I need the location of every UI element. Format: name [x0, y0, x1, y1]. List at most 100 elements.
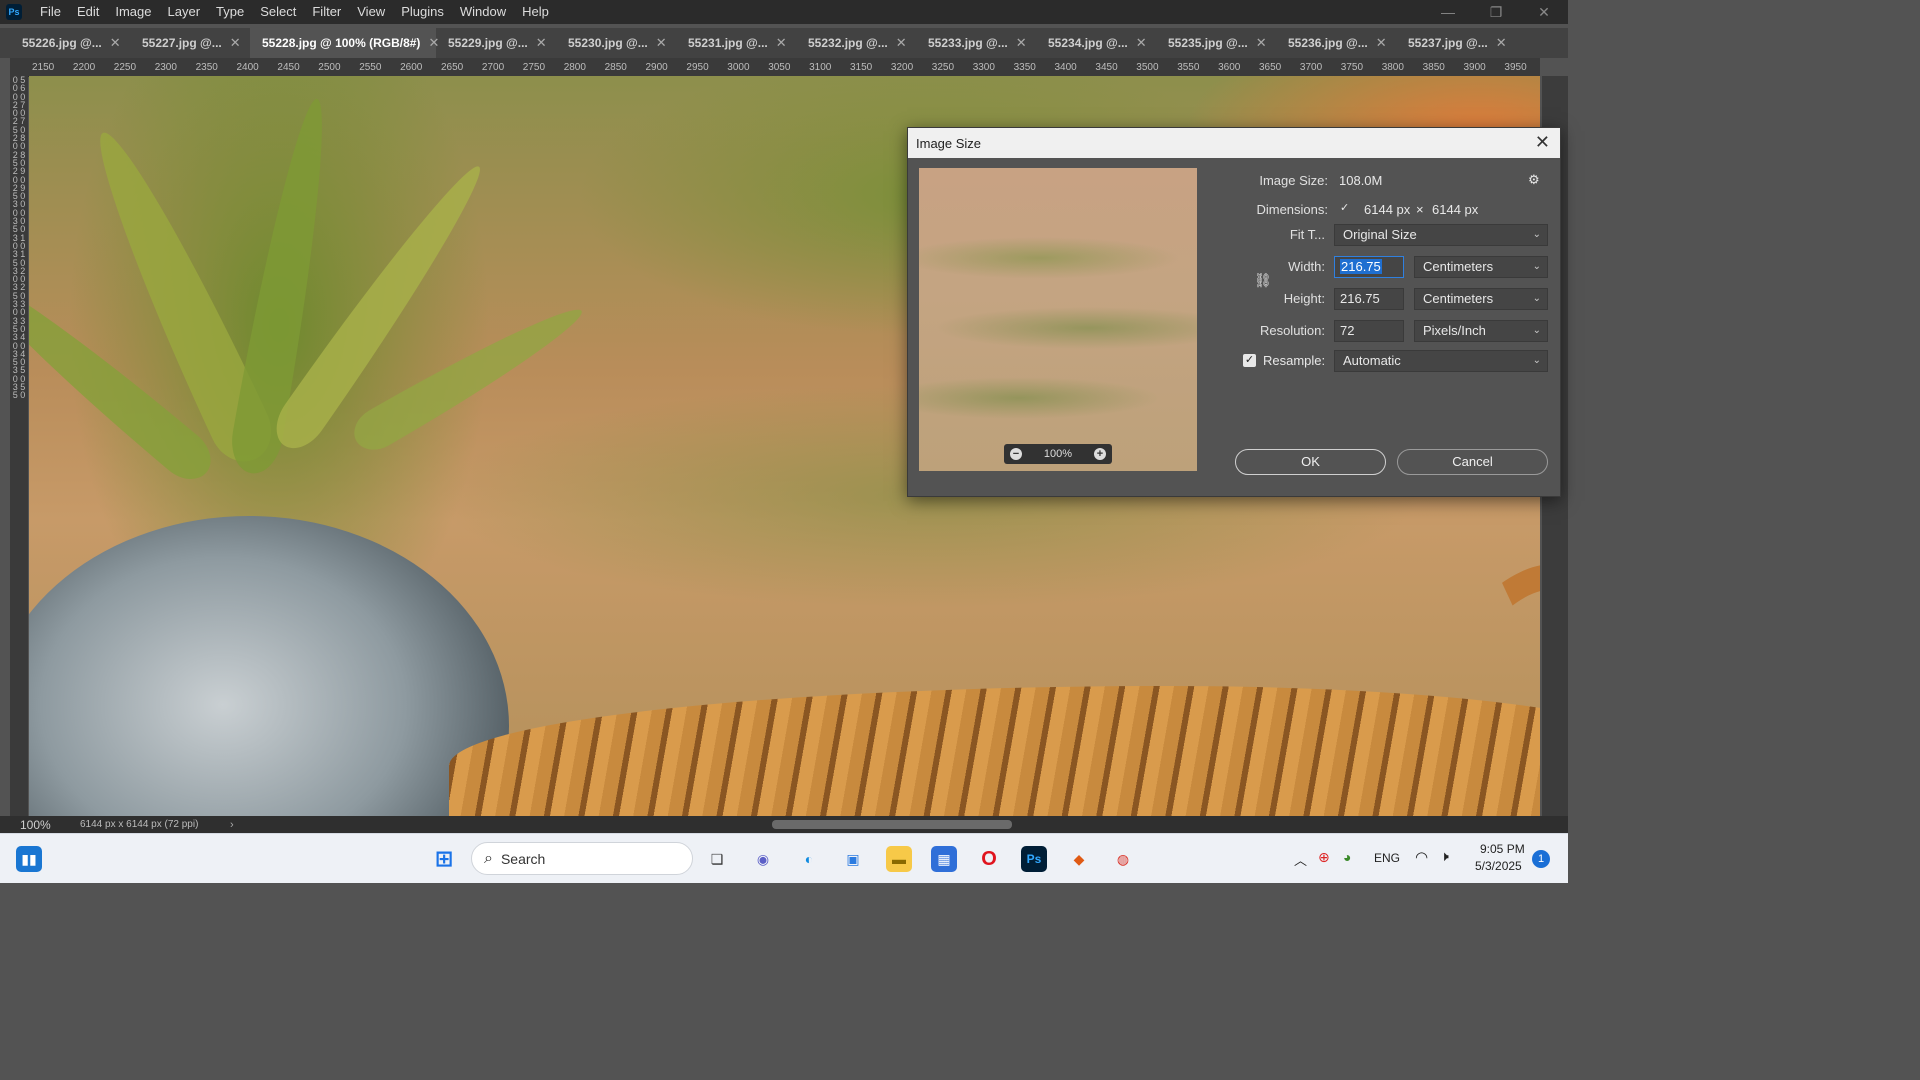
- tab-55228[interactable]: 55228.jpg @ 100% (RGB/8#) ✕: [250, 28, 439, 58]
- volume-muted-icon[interactable]: 🕨: [1440, 848, 1449, 865]
- status-expand-icon[interactable]: ›: [230, 819, 250, 831]
- task-view-icon[interactable]: ❏: [704, 846, 730, 872]
- horizontal-scrollbar-thumb[interactable]: [772, 820, 1012, 829]
- menu-layer[interactable]: Layer: [160, 0, 209, 24]
- language-indicator[interactable]: ENG: [1374, 851, 1400, 865]
- tab-55231[interactable]: 55231.jpg @... ✕: [676, 28, 796, 58]
- tab-label: 55229.jpg @...: [448, 36, 528, 50]
- zoom-level[interactable]: 100%: [0, 818, 80, 832]
- camera-app-icon[interactable]: ▣: [840, 846, 866, 872]
- menu-image[interactable]: Image: [107, 0, 159, 24]
- tab-55232[interactable]: 55232.jpg @... ✕: [796, 28, 916, 58]
- link-constrain-icon[interactable]: ⛓: [1254, 272, 1272, 289]
- tab-close-icon[interactable]: ✕: [230, 35, 241, 51]
- width-input[interactable]: 216.75: [1334, 256, 1404, 278]
- width-unit-dropdown[interactable]: Centimeters ⌄: [1414, 256, 1548, 278]
- close-window-icon[interactable]: ✕: [1520, 0, 1568, 24]
- menu-file[interactable]: File: [32, 0, 69, 24]
- tab-55237[interactable]: 55237.jpg @... ✕: [1396, 28, 1516, 58]
- tab-label: 55233.jpg @...: [928, 36, 1008, 50]
- tab-close-icon[interactable]: ✕: [1136, 35, 1147, 51]
- tab-close-icon[interactable]: ✕: [536, 35, 547, 51]
- ruler-vertical[interactable]: 0 5 0 6 0 0 2 7 0 0 2 7 5 0 2 8 0 0 2 8 …: [10, 76, 28, 816]
- photoshop-taskbar-icon[interactable]: Ps: [1021, 846, 1047, 872]
- tray-app-icon[interactable]: ⊕: [1318, 849, 1330, 866]
- tab-55235[interactable]: 55235.jpg @... ✕: [1156, 28, 1276, 58]
- menu-view[interactable]: View: [349, 0, 393, 24]
- resample-dropdown[interactable]: Automatic ⌄: [1334, 350, 1548, 372]
- tab-55226[interactable]: 55226.jpg @... ✕: [10, 28, 130, 58]
- tab-55233[interactable]: 55233.jpg @... ✕: [916, 28, 1036, 58]
- store-icon[interactable]: ▦: [931, 846, 957, 872]
- menu-select[interactable]: Select: [252, 0, 304, 24]
- grammarly-icon[interactable]: ◆: [1066, 846, 1092, 872]
- tab-55234[interactable]: 55234.jpg @... ✕: [1036, 28, 1156, 58]
- photoshop-logo-icon[interactable]: Ps: [6, 4, 22, 20]
- tab-label: 55228.jpg @ 100% (RGB/8#): [262, 36, 421, 50]
- ruler-horizontal[interactable]: 2150 2200 2250 2300 2350 2400 2450 2500 2550 2600…: [28, 58, 1540, 77]
- resolution-label: Resolution:: [1259, 323, 1325, 338]
- cancel-button[interactable]: Cancel: [1397, 449, 1548, 475]
- edge-icon[interactable]: ◐: [796, 846, 822, 872]
- notification-badge[interactable]: 1: [1532, 850, 1550, 868]
- ruler-tick-label: 3650: [1259, 62, 1282, 73]
- fit-to-dropdown[interactable]: Original Size ⌄: [1334, 224, 1548, 246]
- taskbar-search-input[interactable]: ⌕ Search: [471, 842, 693, 875]
- widgets-icon[interactable]: ▮▮: [16, 846, 42, 872]
- gear-icon[interactable]: ⚙: [1528, 172, 1540, 188]
- ruler-tick-label: 3950: [1504, 62, 1527, 73]
- menu-plugins[interactable]: Plugins: [393, 0, 452, 24]
- windows-taskbar: ▮▮ ⊞ ⌕ Search ❏ ◉ ◐ ▣ ▬ ▦ O Ps ◆ ◍ ︿ ⊕ ◕…: [0, 833, 1568, 883]
- start-icon[interactable]: ⊞: [431, 846, 457, 872]
- height-input[interactable]: 216.75: [1334, 288, 1404, 310]
- tab-close-icon[interactable]: ✕: [1016, 35, 1027, 51]
- tray-globe-icon[interactable]: ◕: [1343, 849, 1351, 865]
- tab-close-icon[interactable]: ✕: [776, 35, 787, 51]
- menu-window[interactable]: Window: [452, 0, 514, 24]
- chat-icon[interactable]: ◉: [750, 846, 776, 872]
- menu-help[interactable]: Help: [514, 0, 557, 24]
- menu-type[interactable]: Type: [208, 0, 252, 24]
- menu-filter[interactable]: Filter: [304, 0, 349, 24]
- wifi-icon[interactable]: ◠: [1415, 848, 1428, 866]
- tab-55236[interactable]: 55236.jpg @... ✕: [1276, 28, 1396, 58]
- menu-bar: Ps File Edit Image Layer Type Select Fil…: [0, 0, 1568, 24]
- ruler-corner[interactable]: [10, 58, 28, 76]
- tab-close-icon[interactable]: ✕: [656, 35, 667, 51]
- tab-55230[interactable]: 55230.jpg @... ✕: [556, 28, 676, 58]
- file-explorer-icon[interactable]: ▬: [886, 846, 912, 872]
- chrome-icon[interactable]: ◍: [1110, 846, 1136, 872]
- tab-close-icon[interactable]: ✕: [896, 35, 907, 51]
- tab-close-icon[interactable]: ✕: [110, 35, 121, 51]
- chevron-down-icon[interactable]: ✓: [1340, 201, 1349, 214]
- ruler-tick-label: 3750: [1340, 62, 1364, 73]
- height-unit-dropdown[interactable]: Centimeters ⌄: [1414, 288, 1548, 310]
- tab-55227[interactable]: 55227.jpg @... ✕: [130, 28, 250, 58]
- ok-button[interactable]: OK: [1235, 449, 1386, 475]
- image-size-dialog: Image Size ✕ − 100% + Image Size: 108.0M…: [907, 127, 1561, 497]
- clock-time[interactable]: 9:05 PM: [1480, 842, 1525, 856]
- resolution-input[interactable]: 72: [1334, 320, 1404, 342]
- menu-edit[interactable]: Edit: [69, 0, 107, 24]
- tab-55229[interactable]: 55229.jpg @... ✕: [436, 28, 556, 58]
- zoom-out-icon[interactable]: −: [1010, 448, 1022, 460]
- document-info[interactable]: 6144 px x 6144 px (72 ppi): [80, 819, 230, 830]
- ruler-tick-label: 2950: [686, 62, 709, 73]
- dialog-title-bar[interactable]: Image Size ✕: [908, 128, 1560, 158]
- image-preview[interactable]: − 100% +: [919, 168, 1197, 471]
- ruler-tick-label: 2800: [563, 62, 586, 73]
- tab-close-icon[interactable]: ✕: [1256, 35, 1267, 51]
- clock-date[interactable]: 5/3/2025: [1475, 859, 1522, 873]
- tab-close-icon[interactable]: ✕: [1496, 35, 1507, 51]
- tab-close-icon[interactable]: ✕: [1376, 35, 1387, 51]
- resample-label: Resample:: [1263, 353, 1326, 368]
- zoom-in-icon[interactable]: +: [1093, 448, 1106, 460]
- opera-icon[interactable]: O: [976, 846, 1002, 872]
- tab-label: 55235.jpg @...: [1168, 36, 1248, 50]
- minimize-icon[interactable]: —: [1424, 0, 1472, 24]
- close-icon[interactable]: ✕: [1535, 132, 1550, 153]
- restore-icon[interactable]: ❐: [1472, 0, 1520, 24]
- resolution-unit-dropdown[interactable]: Pixels/Inch ⌄: [1414, 320, 1548, 342]
- tray-chevron-up-icon[interactable]: ︿: [1294, 850, 1307, 869]
- resample-checkbox[interactable]: ✓: [1243, 354, 1256, 367]
